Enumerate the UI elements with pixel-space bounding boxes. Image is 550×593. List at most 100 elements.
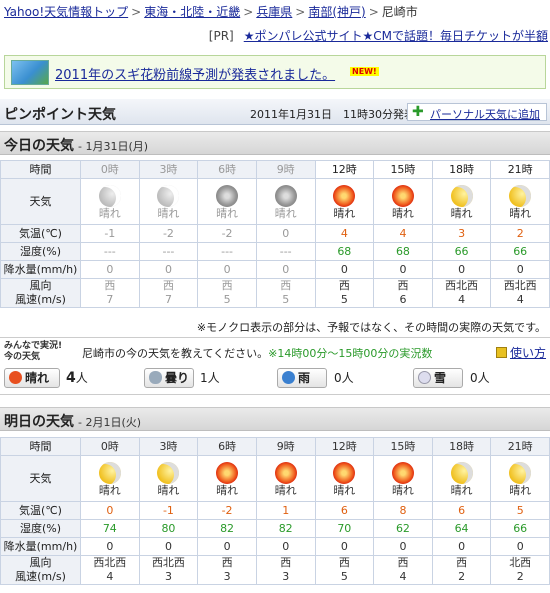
times-cell: 9時 [255, 160, 316, 179]
pollen-banner-link[interactable]: 2011年のスギ花粉前線予測が発表されました。 [55, 64, 335, 83]
sun-icon [274, 461, 297, 484]
breadcrumb-link-region[interactable]: 東海・北陸・近畿 [144, 5, 240, 19]
pre-cell: 0 [373, 537, 433, 556]
temp-cell: -2 [197, 501, 257, 520]
times-cell: 3時 [138, 437, 199, 456]
tomorrow-title-text: 明日の天気 [4, 414, 74, 430]
vote-sunny-count-value: 4 [66, 370, 76, 386]
wind-speed: 5 [282, 293, 290, 306]
weather-cell: 晴れ [373, 455, 433, 502]
howto-label[interactable]: 使い方 [510, 346, 546, 360]
vote-rainy-count-unit: 人 [341, 371, 354, 385]
pollen-banner: 2011年のスギ花粉前線予測が発表されました。 NEW! [4, 55, 546, 89]
weather-label: 晴れ [274, 483, 297, 497]
temp-cell: 0 [80, 501, 140, 520]
breadcrumb-link-area[interactable]: 南部(神戸) [308, 5, 365, 19]
temp-cell: 4 [314, 224, 375, 243]
temp-cell: -1 [138, 501, 199, 520]
row-label-wind-direction: 風向 [29, 556, 52, 569]
wind-cell: 西3 [255, 555, 316, 585]
wind-cell: 西6 [373, 278, 433, 308]
wind-cell: 西2 [431, 555, 492, 585]
times-cell: 18時 [431, 160, 492, 179]
weather-cell: 晴れ [431, 178, 492, 225]
row-label-weather: 天気 [0, 178, 81, 225]
today-row-temp: 気温(℃) -1 -2 -2 0 4 4 3 2 [0, 224, 550, 243]
pre-cell: 0 [197, 537, 257, 556]
howto-link[interactable]: 使い方 [495, 344, 546, 361]
breadcrumb-separator: > [243, 5, 254, 19]
today-title-text: 今日の天気 [4, 138, 74, 154]
wind-speed: 3 [282, 570, 290, 583]
pre-cell: 0 [314, 260, 375, 279]
jikkyo-logo: みんなで実況! 今の天気 [4, 341, 74, 363]
pre-cell: 0 [373, 260, 433, 279]
tomorrow-weather-table: 時間 0時 3時 6時 9時 12時 15時 18時 21時 天気 晴れ 晴れ 晴れ 晴れ 晴れ 晴れ 晴れ 晴れ… [0, 437, 550, 585]
vote-cloudy-button[interactable]: 曇り [144, 368, 194, 388]
ad-link[interactable]: ★ポンパレ公式サイト★CMで話題！毎日チケットが半額 [244, 29, 548, 43]
wind-direction: 北西 [509, 556, 532, 569]
hum-cell: 66 [431, 242, 492, 261]
hum-cell: 82 [197, 519, 257, 538]
wind-direction: 西 [280, 279, 292, 292]
temp-cell: 5 [490, 501, 550, 520]
sun-icon [216, 184, 239, 207]
tomorrow-row-hum: 湿度(%) 74 80 82 82 70 62 64 66 [0, 519, 550, 538]
sun-icon [9, 371, 22, 384]
today-row-hum: 湿度(%) --- --- --- --- 68 68 66 66 [0, 242, 550, 261]
row-label-wind: 風向 風速(m/s) [0, 278, 81, 308]
breadcrumb-separator: > [368, 5, 379, 19]
wind-direction: 西 [280, 556, 292, 569]
wind-speed: 3 [164, 570, 172, 583]
jikkyo-panel: みんなで実況! 今の天気 尼崎市の今の天気を教えてください。※14時00分～15… [0, 337, 550, 395]
moon-icon [450, 461, 473, 484]
tomorrow-title: 明日の天気 - 2月1日(火) [4, 411, 141, 431]
weather-label: 晴れ [333, 483, 356, 497]
temp-cell: 0 [255, 224, 316, 243]
pollen-map-icon [11, 60, 49, 85]
vote-snowy-button[interactable]: 雪 [413, 368, 463, 388]
temp-cell: 3 [431, 224, 492, 243]
vote-rainy-button[interactable]: 雨 [277, 368, 327, 388]
weather-label: 晴れ [98, 206, 121, 220]
hum-cell: 80 [138, 519, 199, 538]
times-cell: 0時 [80, 160, 140, 179]
weather-label: 晴れ [274, 206, 297, 220]
vote-sunny-count: 4人 [66, 369, 88, 386]
wind-speed: 4 [399, 570, 407, 583]
breadcrumb-link-top[interactable]: Yahoo!天気情報トップ [4, 5, 128, 19]
weather-label: 晴れ [157, 483, 180, 497]
tomorrow-row-wind: 風向 風速(m/s) 西北西 4 西北西 3 西 3 西 3 西 5 西 4 西 2 北西 2 [0, 555, 550, 585]
times-cell: 0時 [80, 437, 140, 456]
weather-label: 晴れ [216, 483, 239, 497]
wind-speed: 5 [223, 293, 231, 306]
weather-label: 晴れ [391, 483, 414, 497]
weather-label: 晴れ [509, 483, 532, 497]
weather-cell: 晴れ [373, 178, 433, 225]
tomorrow-row-times: 時間 0時 3時 6時 9時 12時 15時 18時 21時 [0, 437, 550, 456]
jikkyo-logo-line2: 今の天気 [4, 352, 41, 362]
hum-cell: 64 [431, 519, 492, 538]
times-cell: 21時 [490, 160, 550, 179]
temp-cell: 8 [373, 501, 433, 520]
add-personal-weather-label[interactable]: パーソナル天気に追加 [430, 106, 540, 122]
weather-cell: 晴れ [255, 455, 316, 502]
tomorrow-date: - 2月1日(火) [78, 416, 142, 429]
vote-sunny-button[interactable]: 晴れ [4, 368, 60, 388]
wind-speed: 6 [399, 293, 407, 306]
weather-cell: 晴れ [314, 455, 375, 502]
add-personal-weather-button[interactable]: ✚ パーソナル天気に追加 [407, 103, 547, 121]
breadcrumb-link-prefecture[interactable]: 兵庫県 [256, 5, 292, 19]
weather-label: 晴れ [157, 206, 180, 220]
pre-cell: 0 [431, 260, 492, 279]
times-cell: 9時 [255, 437, 316, 456]
wind-cell: 西3 [197, 555, 257, 585]
vote-cloudy-count-value: 1 [200, 371, 208, 385]
temp-cell: -2 [138, 224, 199, 243]
new-badge: NEW! [350, 67, 379, 76]
book-icon [495, 347, 507, 358]
wind-cell: 西北西 3 [138, 555, 199, 585]
temp-cell: -1 [80, 224, 140, 243]
wind-cell: 西北西 4 [490, 278, 550, 308]
weather-cell: 晴れ [80, 178, 140, 225]
